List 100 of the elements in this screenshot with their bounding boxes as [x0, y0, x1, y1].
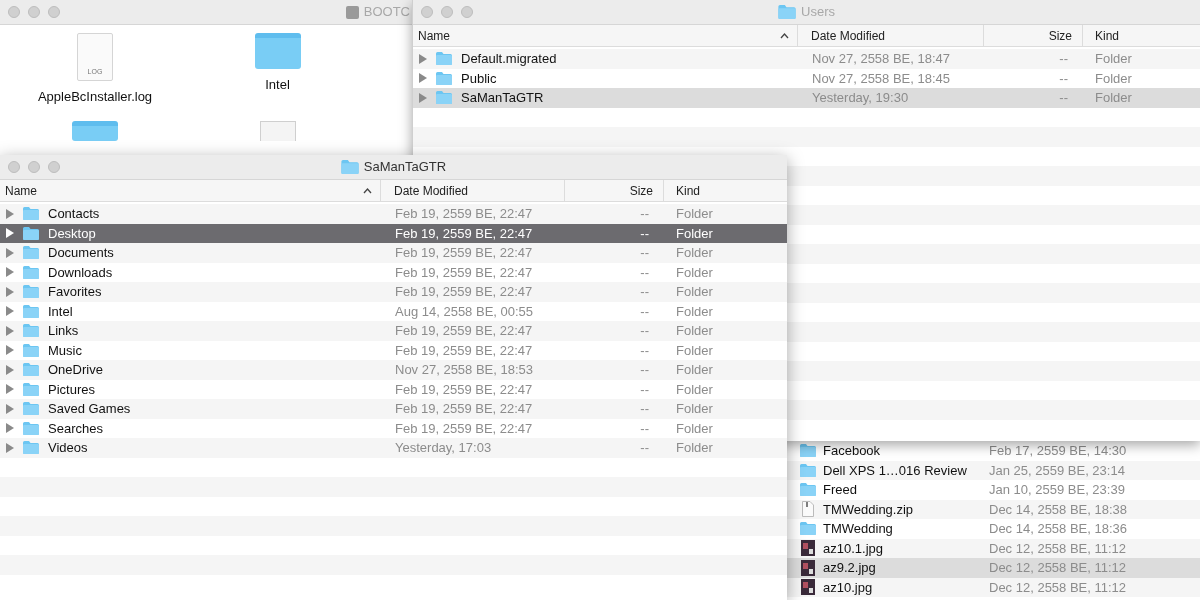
disclosure-triangle-icon[interactable] [419, 92, 427, 103]
date-modified: Jan 10, 2559 BE, 23:39 [989, 481, 1125, 499]
file-row[interactable]: az9.2.jpg Dec 12, 2558 BE, 11:12 [785, 558, 1200, 578]
column-title[interactable]: Date Modified [811, 26, 886, 45]
column-title[interactable]: Kind [1095, 26, 1120, 45]
date-modified: Feb 19, 2559 BE, 22:47 [395, 342, 533, 358]
file-size: -- [640, 341, 649, 360]
file-kind: Folder [1095, 70, 1132, 86]
column-title[interactable]: Kind [676, 181, 701, 200]
disclosure-triangle-icon[interactable] [6, 442, 14, 453]
disclosure-triangle-icon[interactable] [6, 403, 14, 414]
file-size: -- [640, 419, 649, 438]
file-size: -- [640, 361, 649, 379]
file-name: az10.jpg [823, 578, 873, 597]
window-title: Users [801, 3, 835, 22]
file-name: Facebook [823, 442, 881, 460]
file-size: -- [1059, 89, 1068, 107]
file-row[interactable]: Links Feb 19, 2559 BE, 22:47 -- Folder [0, 321, 787, 341]
disclosure-triangle-icon[interactable] [6, 364, 14, 375]
chevron-up-icon[interactable] [363, 187, 372, 194]
file-row[interactable]: Default.migrated Nov 27, 2558 BE, 18:47 -- Folder [413, 49, 1200, 69]
file-row[interactable]: Desktop Feb 19, 2559 BE, 22:47 -- Folder [0, 223, 787, 243]
column-title[interactable]: Name [418, 26, 450, 45]
file-name: OneDrive [48, 361, 103, 379]
file-name: Contacts [48, 205, 100, 223]
date-modified: Feb 19, 2559 BE, 22:47 [395, 401, 533, 416]
file-size: -- [640, 439, 649, 457]
disclosure-triangle-icon[interactable] [6, 267, 14, 278]
file-row[interactable]: Favorites Feb 19, 2559 BE, 22:47 -- Folder [0, 282, 787, 302]
file-name: SaManTaGTR [461, 89, 544, 107]
column-title[interactable]: Size [629, 181, 653, 200]
date-modified: Jan 25, 2559 BE, 23:14 [989, 461, 1125, 480]
file-row[interactable]: Videos Yesterday, 17:03 -- Folder [0, 438, 787, 458]
disclosure-triangle-icon[interactable] [6, 423, 14, 434]
folder-icon [436, 71, 452, 85]
folder-icon [23, 363, 39, 377]
date-modified: Feb 19, 2559 BE, 22:47 [395, 381, 533, 397]
column-title[interactable]: Size [1048, 26, 1072, 45]
disclosure-triangle-icon[interactable] [6, 306, 14, 317]
date-modified: Feb 19, 2559 BE, 22:47 [395, 420, 533, 436]
column-title[interactable]: Name [5, 181, 37, 200]
file-kind: Folder [676, 284, 713, 299]
file-row[interactable]: SaManTaGTR Yesterday, 19:30 -- Folder [413, 88, 1200, 108]
file-name: TMWedding [823, 520, 893, 538]
window-title: BOOTC [363, 3, 410, 22]
file-row[interactable]: Contacts Feb 19, 2559 BE, 22:47 -- Folder [0, 204, 787, 224]
folder-icon[interactable] [72, 120, 118, 141]
folder-icon [23, 304, 39, 318]
date-modified: Feb 19, 2559 BE, 22:47 [395, 323, 533, 338]
date-modified: Feb 19, 2559 BE, 22:47 [395, 225, 533, 241]
file-name: Dell XPS 1…016 Review [823, 461, 967, 480]
file-size: -- [640, 224, 649, 243]
disclosure-triangle-icon[interactable] [6, 208, 14, 219]
file-size: -- [640, 283, 649, 301]
file-name: az9.2.jpg [823, 559, 876, 577]
file-row[interactable]: OneDrive Nov 27, 2558 BE, 18:53 -- Folder [0, 360, 787, 380]
file-size: -- [1059, 50, 1068, 68]
date-modified: Feb 19, 2559 BE, 22:47 [395, 284, 533, 299]
window-title: SaManTaGTR [363, 158, 447, 177]
folder-icon [23, 421, 39, 435]
file-size: -- [640, 400, 649, 418]
file-name: Documents [48, 244, 114, 262]
image-thumbnail-icon [801, 540, 815, 557]
file-name: Searches [48, 419, 103, 438]
date-modified: Dec 14, 2558 BE, 18:36 [989, 520, 1128, 538]
folder-icon [800, 463, 816, 477]
file-row[interactable]: Saved Games Feb 19, 2559 BE, 22:47 -- Folder [0, 399, 787, 419]
date-modified: Aug 14, 2558 BE, 00:55 [395, 303, 534, 319]
file-size: -- [640, 244, 649, 262]
disclosure-triangle-icon[interactable] [6, 325, 14, 336]
file-kind: Folder [676, 401, 713, 416]
folder-icon [23, 226, 39, 240]
disclosure-triangle-icon[interactable] [6, 384, 14, 395]
chevron-up-icon[interactable] [780, 32, 789, 39]
file-size: -- [640, 205, 649, 223]
column-title[interactable]: Date Modified [394, 181, 469, 200]
folder-icon [800, 444, 816, 458]
disclosure-triangle-icon[interactable] [6, 228, 14, 239]
folder-icon [23, 246, 39, 260]
disclosure-triangle-icon[interactable] [419, 53, 427, 64]
date-modified: Dec 12, 2558 BE, 11:12 [989, 539, 1127, 558]
file-row[interactable]: Documents Feb 19, 2559 BE, 22:47 -- Folder [0, 243, 787, 263]
file-label: Intel [265, 76, 290, 94]
disclosure-triangle-icon[interactable] [6, 286, 14, 297]
file-name: Favorites [48, 283, 102, 301]
file-kind: Folder [676, 420, 713, 436]
file-name: Intel [48, 302, 73, 321]
file-name: Public [461, 69, 497, 88]
file-size: -- [640, 380, 649, 399]
disclosure-triangle-icon[interactable] [419, 73, 427, 84]
file-name: Saved Games [48, 400, 131, 418]
folder-icon [23, 382, 39, 396]
folder-icon [23, 343, 39, 357]
disclosure-triangle-icon[interactable] [6, 345, 14, 356]
folder-icon[interactable] [254, 33, 301, 69]
file-kind: Folder [1095, 90, 1132, 105]
file-size: -- [640, 322, 649, 340]
file-kind: Folder [676, 206, 713, 221]
file-name: Freed [823, 481, 857, 499]
disclosure-triangle-icon[interactable] [6, 247, 14, 258]
